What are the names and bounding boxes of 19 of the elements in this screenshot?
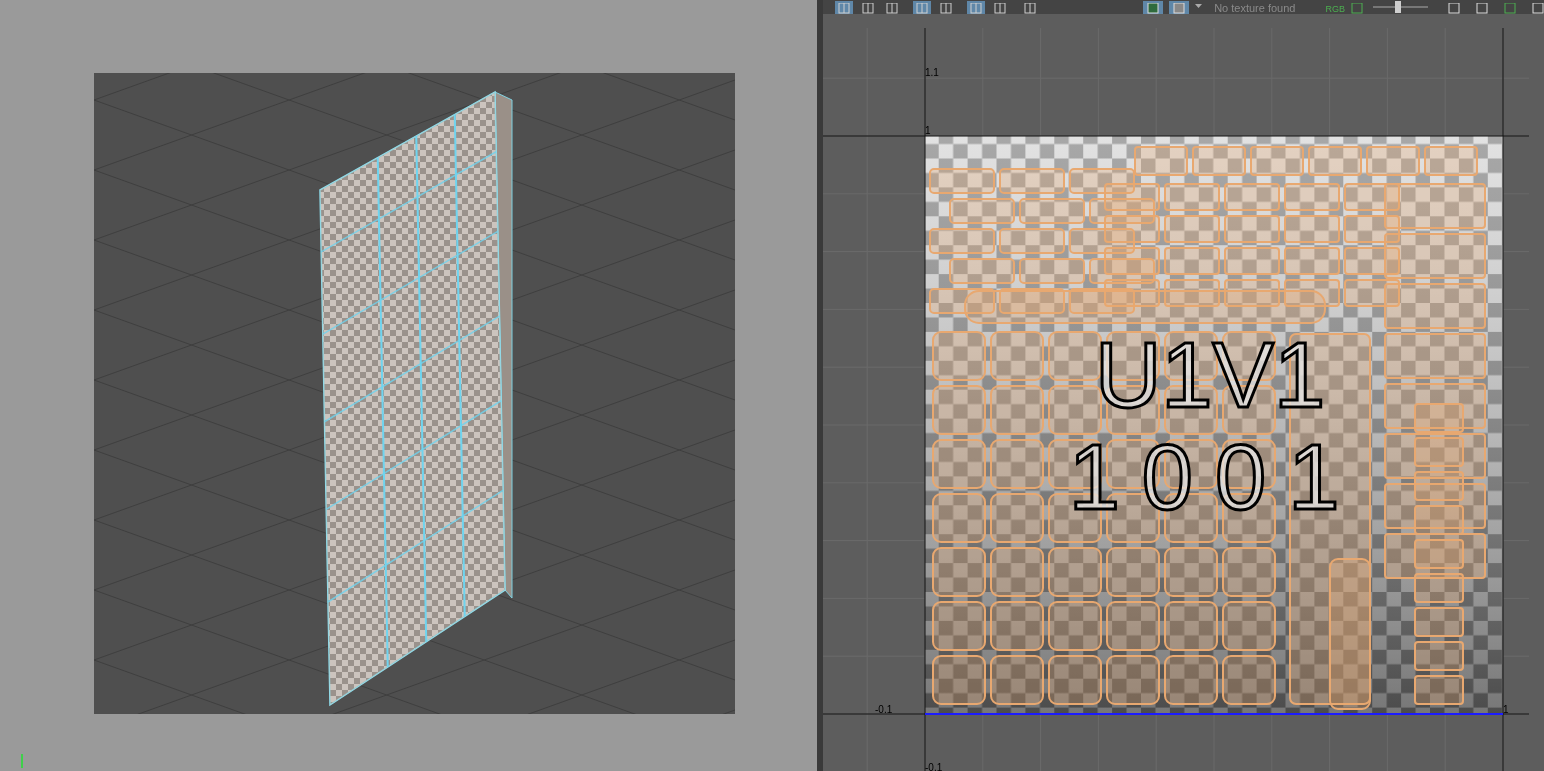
slider-thumb[interactable]	[1394, 1, 1401, 13]
curve-icon[interactable]	[1504, 3, 1516, 14]
channel-toggle[interactable]: RGB	[1325, 5, 1345, 14]
axis-label: -0.1	[925, 762, 943, 771]
tile-label: U1V1	[1095, 324, 1326, 426]
texture-toggle[interactable]	[1169, 1, 1190, 14]
caret-icon[interactable]	[1195, 4, 1203, 9]
tile-number: 1001	[1068, 426, 1362, 528]
axis-label: 1	[1503, 704, 1509, 715]
texture-field[interactable]: No texture found	[1214, 3, 1296, 14]
exposure-slider[interactable]	[1373, 1, 1428, 14]
toolbar-button[interactable]	[835, 1, 854, 14]
axis-label: 1	[925, 125, 931, 136]
axis-icon	[18, 754, 26, 768]
toolbar-button[interactable]	[913, 1, 932, 14]
axis-label: -0.1	[875, 704, 893, 715]
axis-label: 1.1	[925, 67, 940, 78]
texture-toggle[interactable]	[1143, 1, 1164, 14]
toolbar-button[interactable]	[967, 1, 986, 14]
